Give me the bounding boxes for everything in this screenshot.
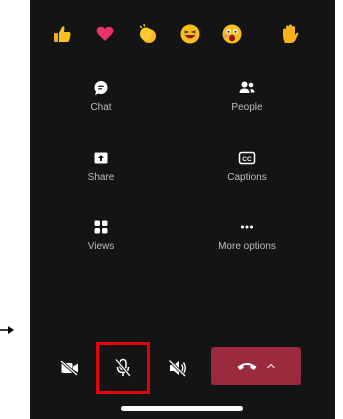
mic-toggle-button[interactable] <box>105 350 141 386</box>
captions-label: Captions <box>227 172 267 183</box>
views-option[interactable]: Views <box>41 219 161 252</box>
views-icon <box>91 219 111 235</box>
share-option[interactable]: Share <box>41 150 161 183</box>
camera-toggle-button[interactable] <box>52 350 88 386</box>
surprised-face-icon <box>222 24 242 44</box>
speaker-toggle-button[interactable] <box>160 350 196 386</box>
chevron-up-icon <box>267 363 275 369</box>
captions-option[interactable]: CC Captions <box>187 150 307 183</box>
people-icon <box>237 80 257 96</box>
chat-icon <box>91 80 111 96</box>
call-controls-bar <box>30 342 335 394</box>
share-icon <box>91 150 111 166</box>
surprised-reaction-button[interactable] <box>219 20 245 48</box>
hang-up-button[interactable] <box>211 347 301 385</box>
raise-hand-reaction-button[interactable] <box>277 20 303 48</box>
captions-icon: CC <box>237 150 257 166</box>
thumbs-up-icon <box>54 26 71 42</box>
reactions-bar <box>30 20 335 52</box>
more-icon <box>237 219 257 235</box>
chat-option[interactable]: Chat <box>41 80 161 113</box>
heart-reaction-button[interactable] <box>92 20 118 48</box>
home-indicator <box>121 406 243 411</box>
svg-text:CC: CC <box>242 156 252 163</box>
mic-off-icon <box>114 358 132 377</box>
speaker-icon <box>168 359 187 377</box>
people-option[interactable]: People <box>187 80 307 113</box>
hang-up-icon <box>237 363 257 370</box>
laughing-face-icon <box>180 24 200 44</box>
views-label: Views <box>87 241 115 252</box>
heart-icon <box>96 26 114 41</box>
camera-off-icon <box>60 360 78 376</box>
laugh-reaction-button[interactable] <box>177 20 203 48</box>
more-options-label: More options <box>218 241 276 252</box>
screenshot-stage: Chat People Share CC Captions Views More… <box>0 0 343 419</box>
people-label: People <box>231 102 263 113</box>
more-options-option[interactable]: More options <box>187 219 307 252</box>
applause-reaction-button[interactable] <box>135 20 161 48</box>
raised-hand-icon <box>283 24 299 43</box>
clapping-hands-icon <box>139 23 156 43</box>
chat-label: Chat <box>90 102 112 113</box>
meeting-more-menu: Chat People Share CC Captions Views More… <box>30 0 335 419</box>
like-reaction-button[interactable] <box>49 20 75 48</box>
share-label: Share <box>87 172 115 183</box>
pointer-arrow-icon <box>0 326 14 334</box>
